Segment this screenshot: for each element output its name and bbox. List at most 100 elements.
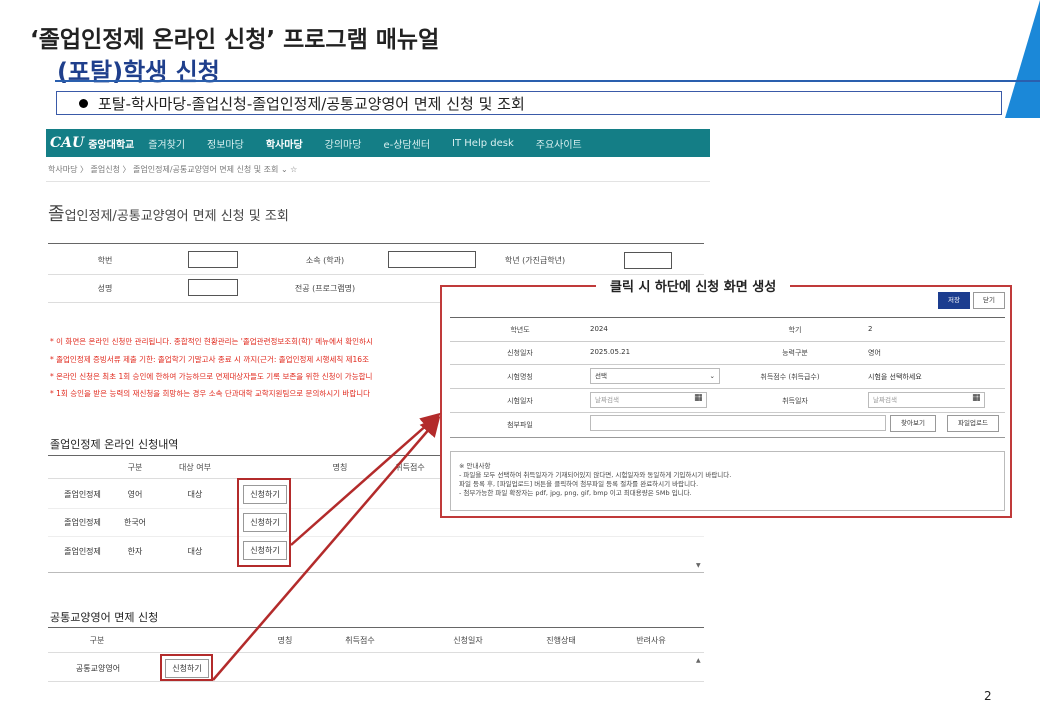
nav-it-helpdesk[interactable]: IT Help desk — [452, 138, 514, 149]
cau-logo[interactable]: CAU — [46, 135, 88, 151]
english-section-title: 공통교양영어 면제 신청 — [50, 611, 159, 624]
year-label: 학년도 — [510, 326, 530, 334]
grad-row3-target: 대상 — [187, 547, 203, 556]
bullet-icon — [79, 98, 88, 108]
name-field[interactable] — [188, 279, 238, 296]
scroll-down-arrow-icon[interactable]: ▼ — [696, 562, 701, 569]
calendar-icon[interactable]: ▦ — [972, 393, 981, 403]
grad-table-bottom — [48, 572, 704, 573]
breadcrumb[interactable]: 학사마당 〉 졸업신청 〉 졸업인정제/공통교양영어 면제 신청 및 조회 ⌄ … — [48, 164, 297, 175]
grad-header-target: 대상 여부 — [179, 463, 211, 472]
slide-title: ‘졸업인정제 온라인 신청’ 프로그램 매뉴얼 — [30, 27, 440, 53]
nav-main-sites[interactable]: 주요사이트 — [536, 136, 582, 151]
apply-buttons-highlight — [237, 478, 291, 567]
grad-row1-target: 대상 — [187, 490, 203, 499]
notice-line-2: * 졸업인정제 증빙서류 제출 기한: 졸업학기 기말고사 종료 시 까지(근거… — [50, 355, 369, 364]
exam-label: 시험명칭 — [507, 373, 533, 381]
popup-row-divider — [450, 341, 1005, 342]
notice-line-4: * 1회 승인을 받은 능력의 재신청을 희망하는 경우 소속 단과대학 교학지… — [50, 389, 371, 398]
notice-line-3: * 온라인 신청은 최초 1회 승인에 한하여 가능하므로 면제대상자들도 기록… — [50, 372, 373, 381]
popup-table-bottom — [450, 437, 1005, 438]
page-title: 졸업인정제/공통교양영어 면제 신청 및 조회 — [48, 200, 289, 226]
guide-title: ※ 안내사항 — [459, 462, 491, 470]
apply-date-value: 2025.05.21 — [590, 348, 631, 356]
upload-button[interactable]: 파일업로드 — [947, 415, 999, 432]
nav-counsel[interactable]: e-상담센터 — [383, 136, 430, 151]
apply-date-label: 신청일자 — [507, 349, 533, 357]
guide-line-2: 파일 등록 후, [파일업로드] 버튼을 클릭하여 첨부파일 등록 절차를 완료… — [459, 480, 699, 488]
eng-header-score: 취득점수 — [345, 636, 375, 645]
attachment-label: 첨부파일 — [507, 421, 533, 429]
form-top-border — [48, 243, 704, 244]
exam-select[interactable]: 선택 ⌄ — [590, 368, 720, 384]
university-name[interactable]: 중앙대학교 — [88, 136, 134, 151]
english-table-top — [48, 627, 704, 628]
popup-row-divider — [450, 364, 1005, 365]
form-row-divider — [48, 274, 704, 275]
nav-favorites[interactable]: 즐겨찾기 — [148, 136, 185, 151]
dept-label: 소속 (학과) — [305, 256, 345, 265]
score-placeholder: 시험을 선택하세요 — [868, 373, 922, 381]
attachment-field[interactable] — [590, 415, 886, 431]
major-label: 전공 (프로그램명) — [294, 284, 356, 293]
semester-label: 학기 — [788, 326, 802, 334]
test-date-label: 시험일자 — [507, 397, 533, 405]
popup-row-divider — [450, 412, 1005, 413]
acq-date-input[interactable]: 날짜검색 — [868, 392, 985, 408]
eng-header-name: 명칭 — [277, 636, 293, 645]
common-english-highlight — [160, 654, 213, 681]
score-label: 취득점수 (취득급수) — [760, 373, 820, 381]
category-label: 능력구분 — [782, 349, 808, 357]
page-title-initial: 졸 — [48, 204, 65, 225]
grad-row1-type: 졸업인정제 — [64, 490, 101, 499]
page-title-rest: 업인정제/공통교양영어 면제 신청 및 조회 — [64, 209, 289, 224]
name-label: 성명 — [97, 284, 113, 293]
test-date-input[interactable]: 날짜검색 — [590, 392, 707, 408]
portal-navbar: CAU 중앙대학교 즐겨찾기 정보마당 학사마당 강의마당 e-상담센터 IT … — [46, 129, 710, 157]
nav-lecture[interactable]: 강의마당 — [325, 136, 362, 151]
student-id-field[interactable] — [188, 251, 238, 268]
eng-row-type: 공통교양영어 — [75, 664, 121, 673]
scroll-up-arrow-icon[interactable]: ▲ — [696, 657, 701, 664]
grad-section-title: 졸업인정제 온라인 신청내역 — [50, 438, 179, 451]
eng-header-status: 진행상태 — [546, 636, 576, 645]
guide-line-1: - 파일을 모두 선택하여 취득일자가 기재되어있지 않다면, 시험일자와 동일… — [459, 471, 732, 479]
nav-info[interactable]: 정보마당 — [207, 136, 244, 151]
corner-accent-shape — [1005, 0, 1040, 118]
dept-field[interactable] — [388, 251, 476, 268]
eng-header-type: 구분 — [89, 636, 105, 645]
grade-label: 학년 (가진급학년) — [504, 256, 566, 265]
close-button[interactable]: 닫기 — [973, 292, 1005, 309]
exam-select-value: 선택 — [595, 372, 607, 380]
breadcrumb-divider — [46, 181, 710, 182]
save-button[interactable]: 저장 — [938, 292, 970, 309]
browse-button[interactable]: 찾아보기 — [890, 415, 936, 432]
menu-path-text: 포탈-학사마당-졸업신청-졸업인정제/공통교양영어 면제 신청 및 조회 — [98, 94, 525, 113]
calendar-icon[interactable]: ▦ — [694, 393, 703, 403]
grad-row3-name: 한자 — [127, 547, 143, 556]
title-divider — [55, 80, 1040, 82]
notice-line-1: * 이 화면은 온라인 신청만 관리됩니다. 종합적인 현황관리는 '졸업관련정… — [50, 337, 373, 346]
popup-table-top — [450, 317, 1005, 318]
acq-date-label: 취득일자 — [782, 397, 808, 405]
category-value: 영어 — [868, 349, 881, 357]
student-id-label: 학번 — [97, 256, 113, 265]
grad-row3-type: 졸업인정제 — [64, 547, 101, 556]
menu-path-box: 포탈-학사마당-졸업신청-졸업인정제/공통교양영어 면제 신청 및 조회 — [56, 91, 1002, 115]
grad-header-name: 명칭 — [332, 463, 348, 472]
chevron-down-icon: ⌄ — [709, 372, 715, 380]
eng-header-reason: 반려사유 — [636, 636, 666, 645]
grad-row2-name: 한국어 — [123, 518, 147, 527]
semester-value: 2 — [868, 325, 873, 333]
guide-line-3: - 첨부가능한 파일 확장자는 pdf, jpg, png, gif, bmp … — [459, 489, 692, 497]
grad-row-divider — [48, 536, 704, 537]
guide-box: ※ 안내사항 - 파일을 모두 선택하여 취득일자가 기재되어있지 않다면, 시… — [450, 451, 1005, 511]
grad-row1-name: 영어 — [127, 490, 143, 499]
grad-header-score: 취득점수 — [395, 463, 425, 472]
popup-caption: 클릭 시 하단에 신청 화면 생성 — [596, 276, 791, 295]
eng-header-date: 신청일자 — [453, 636, 483, 645]
nav-academic[interactable]: 학사마당 — [266, 136, 303, 151]
grade-field[interactable] — [624, 252, 672, 269]
page-number: 2 — [984, 689, 992, 703]
english-table-bottom — [48, 681, 704, 682]
